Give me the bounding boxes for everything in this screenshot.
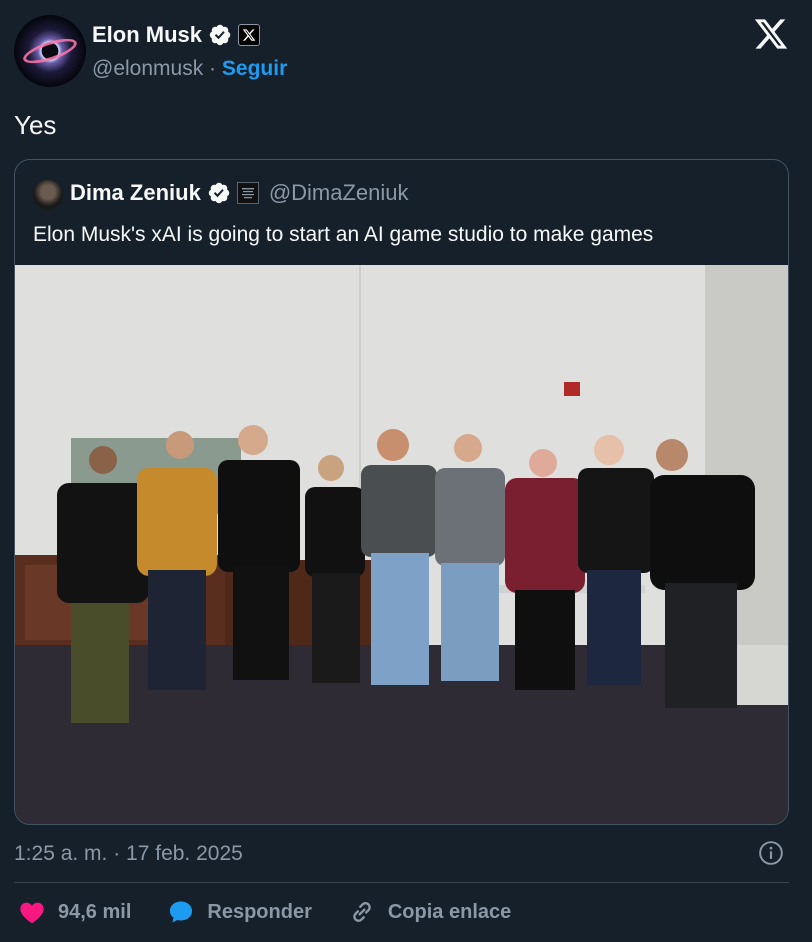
author-handle-row: @elonmusk · Seguir [92,57,287,81]
quoted-tweet-text: Elon Musk's xAI is going to start an AI … [33,223,654,246]
x-logo-icon[interactable] [752,16,790,52]
quoted-tweet-card[interactable]: Dima Zeniuk @DimaZeniuk Elon Musk's xAI … [14,159,789,825]
author-avatar[interactable] [14,15,86,87]
copy-link-button[interactable]: Copia enlace [348,898,511,926]
info-icon[interactable] [758,840,784,866]
footer-divider [14,882,789,883]
reply-label: Responder [207,900,312,923]
tweet-text: Yes [14,110,57,140]
quoted-author-name[interactable]: Dima Zeniuk [70,180,201,206]
quoted-author-handle[interactable]: @DimaZeniuk [269,180,409,206]
follow-button[interactable]: Seguir [222,57,287,80]
verified-icon [208,182,230,204]
group-photo[interactable] [15,265,789,825]
like-button[interactable]: 94,6 mil [18,898,131,926]
x-affiliation-icon[interactable] [238,24,261,46]
author-name[interactable]: Elon Musk [92,22,202,48]
quoted-author-row: Dima Zeniuk @DimaZeniuk [70,180,409,206]
copy-link-label: Copia enlace [387,900,512,923]
verified-icon [209,24,231,46]
org-affiliation-icon[interactable] [236,182,259,204]
like-count: 94,6 mil [58,900,132,923]
heart-icon [20,902,44,924]
reply-icon [170,901,193,923]
reply-button[interactable]: Responder [167,898,312,926]
tweet-actions: 94,6 mil Responder Copia enlace [18,898,547,926]
handle-separator: · [209,57,217,80]
link-icon [353,902,371,922]
author-name-row: Elon Musk [92,22,261,48]
quoted-author-avatar[interactable] [33,180,63,210]
author-handle[interactable]: @elonmusk [92,57,203,80]
tweet-timestamp[interactable]: 1:25 a. m. · 17 feb. 2025 [14,842,243,866]
